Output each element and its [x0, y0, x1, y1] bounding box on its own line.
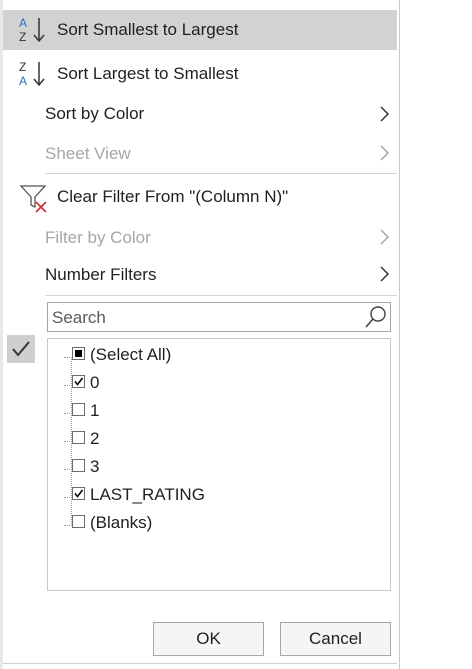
- filter-by-color-label: Filter by Color: [45, 228, 151, 247]
- sheet-view-item: Sheet View: [3, 136, 397, 172]
- clear-filter-item[interactable]: Clear Filter From "(Column N)": [3, 178, 397, 216]
- tree-connector: [64, 413, 72, 414]
- values-list[interactable]: (Select All) 0 1 2 3 LAST_RATING (Blanks…: [47, 338, 391, 591]
- checkbox-unchecked[interactable]: [72, 403, 85, 416]
- check-icon: [74, 489, 84, 498]
- checkmark-icon: [12, 341, 30, 357]
- list-item-label: (Select All): [90, 345, 172, 364]
- check-icon: [74, 377, 84, 386]
- filter-by-color-item: Filter by Color: [3, 220, 397, 256]
- tree-connector: [64, 469, 72, 470]
- search-field[interactable]: Search: [47, 302, 391, 332]
- search-icon[interactable]: [364, 305, 388, 329]
- tree-connector: [64, 525, 72, 526]
- svg-text:A: A: [19, 16, 27, 30]
- checkbox-unchecked[interactable]: [72, 431, 85, 444]
- chevron-right-icon: [380, 229, 390, 245]
- sort-z-to-a-icon: Z A: [19, 60, 45, 88]
- clear-filter-label: Clear Filter From "(Column N)": [57, 187, 289, 206]
- number-filters-item[interactable]: Number Filters: [3, 257, 397, 293]
- svg-text:Z: Z: [19, 30, 26, 44]
- checkbox-checked[interactable]: [72, 487, 85, 500]
- sort-ascending-item[interactable]: A Z Sort Smallest to Largest: [3, 10, 397, 50]
- sheet-view-label: Sheet View: [45, 144, 131, 163]
- checkbox-unchecked[interactable]: [72, 515, 85, 528]
- gutter-check: [7, 335, 35, 363]
- list-item-label: 0: [90, 373, 100, 392]
- ok-button[interactable]: OK: [153, 622, 264, 656]
- tree-connector: [64, 441, 72, 442]
- chevron-right-icon: [380, 145, 390, 161]
- clear-filter-icon: [19, 185, 47, 213]
- checkbox-partial[interactable]: [72, 347, 85, 360]
- search-input[interactable]: Search: [52, 308, 106, 328]
- tree-connector: [64, 497, 72, 498]
- tree-connector: [64, 385, 72, 386]
- sort-by-color-label: Sort by Color: [45, 104, 145, 123]
- list-item-label: 1: [90, 401, 100, 420]
- list-item-label: 3: [90, 457, 100, 476]
- chevron-right-icon: [380, 266, 390, 282]
- sort-a-to-z-icon: A Z: [19, 16, 45, 44]
- checkbox-unchecked[interactable]: [72, 459, 85, 472]
- tree-connector: [64, 357, 72, 358]
- menu-divider: [45, 173, 397, 174]
- svg-text:A: A: [19, 74, 27, 88]
- list-item-label: (Blanks): [90, 513, 153, 532]
- svg-text:Z: Z: [19, 60, 26, 74]
- list-item-label: 2: [90, 429, 100, 448]
- checkbox-checked[interactable]: [72, 375, 85, 388]
- sort-ascending-label: Sort Smallest to Largest: [57, 20, 239, 39]
- sort-by-color-item[interactable]: Sort by Color: [3, 96, 397, 132]
- menu-bottom-border: [3, 663, 397, 664]
- cancel-button[interactable]: Cancel: [280, 622, 391, 656]
- chevron-right-icon: [380, 106, 390, 122]
- sort-descending-item[interactable]: Z A Sort Largest to Smallest: [3, 54, 397, 94]
- menu-divider: [45, 295, 397, 296]
- sort-descending-label: Sort Largest to Smallest: [57, 64, 239, 83]
- number-filters-label: Number Filters: [45, 265, 157, 284]
- list-item-label: LAST_RATING: [90, 485, 205, 504]
- partial-indicator: [75, 350, 82, 357]
